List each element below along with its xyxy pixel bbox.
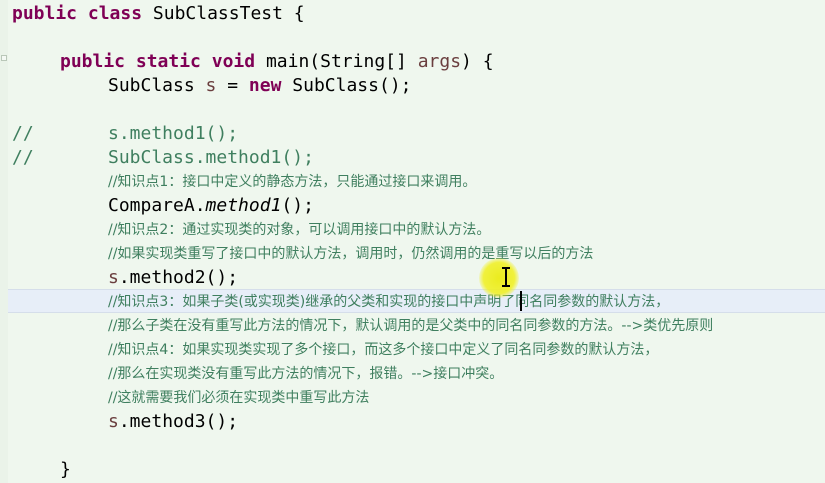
- code-line-comment-point4[interactable]: //知识点4：如果实现类实现了多个接口，而这多个接口中定义了同名同参数的默认方法…: [108, 338, 658, 362]
- method-call: .method2();: [118, 267, 239, 288]
- type-name: SubClass: [108, 75, 195, 96]
- mouse-highlight-icon: [479, 258, 519, 298]
- variable-s: s: [205, 75, 217, 96]
- code-line-comment-override[interactable]: //如果实现类重写了接口中的默认方法，调用时，仍然调用的是重写以后的方法: [108, 242, 593, 266]
- keyword-class: class: [87, 3, 143, 24]
- code-line-instantiation[interactable]: SubClass s = new SubClass();: [108, 74, 412, 98]
- comment-text: //那么在实现类没有重写此方法的情况下，报错。-->接口冲突。: [108, 366, 504, 382]
- keyword-void: void: [211, 51, 256, 72]
- code-line-method2-call[interactable]: s.method2();: [108, 266, 238, 290]
- editor-gutter: [0, 0, 8, 483]
- code-line-class-declaration[interactable]: public class SubClassTest {: [12, 2, 305, 26]
- comment-text: //知识点1：接口中定义的静态方法，只能通过接口来调用。: [108, 174, 477, 190]
- code-line-static-call[interactable]: CompareA.method1();: [108, 194, 314, 218]
- closing-brace: }: [60, 459, 71, 480]
- comment-text: //如果实现类重写了接口中的默认方法，调用时，仍然调用的是重写以后的方法: [108, 246, 594, 262]
- ibeam-cursor-icon: [502, 267, 510, 287]
- code-line-comment-must-override[interactable]: //这就需要我们必须在实现类中重写此方法: [108, 386, 369, 410]
- keyword-public: public: [60, 51, 126, 72]
- text-caret: [520, 291, 522, 311]
- code-line-comment-class-priority[interactable]: //那么子类在没有重写此方法的情况下，默认调用的是父类中的同名同参数的方法。--…: [108, 314, 713, 338]
- fold-toggle-icon[interactable]: [1, 55, 7, 61]
- keyword-static: static: [135, 51, 201, 72]
- method-call: .method3();: [118, 411, 239, 432]
- variable-s: s: [108, 267, 119, 288]
- code-line-comment-conflict[interactable]: //那么在实现类没有重写此方法的情况下，报错。-->接口冲突。: [108, 362, 503, 386]
- constructor-call: SubClass();: [292, 75, 412, 96]
- commented-code: s.method1();: [108, 123, 239, 144]
- assign-operator: =: [227, 75, 239, 96]
- commented-code: SubClass.method1();: [108, 147, 314, 168]
- static-method-name: method1: [205, 195, 282, 216]
- method-signature: main(String[]: [265, 51, 407, 72]
- keyword-public: public: [12, 3, 78, 24]
- code-line-comment-point2[interactable]: //知识点2：通过实现类的对象，可以调用接口中的默认方法。: [108, 218, 490, 242]
- code-line-commented-method1[interactable]: //: [12, 122, 34, 146]
- code-editor[interactable]: public class SubClassTest { public stati…: [0, 0, 825, 483]
- comment-text: //这就需要我们必须在实现类中重写此方法: [108, 390, 370, 406]
- code-line-method3-call[interactable]: s.method3();: [108, 410, 238, 434]
- signature-tail: ) {: [461, 51, 494, 72]
- comment-marker: //: [12, 147, 34, 168]
- keyword-new: new: [248, 75, 282, 96]
- class-name: SubClassTest {: [152, 3, 305, 24]
- code-line-main-method[interactable]: public static void main(String[] args) {: [60, 50, 494, 74]
- call-tail: ();: [281, 195, 314, 216]
- comment-text: //知识点4：如果实现类实现了多个接口，而这多个接口中定义了同名同参数的默认方法…: [108, 342, 659, 358]
- variable-s: s: [108, 411, 119, 432]
- comment-marker: //: [12, 123, 34, 144]
- code-line-closing-brace[interactable]: }: [60, 458, 71, 482]
- code-line-commented-method1-body[interactable]: s.method1();: [108, 122, 238, 146]
- comment-text: //知识点2：通过实现类的对象，可以调用接口中的默认方法。: [108, 222, 491, 238]
- comment-text: //那么子类在没有重写此方法的情况下，默认调用的是父类中的同名同参数的方法。--…: [108, 318, 714, 334]
- code-line-comment-point1[interactable]: //知识点1：接口中定义的静态方法，只能通过接口来调用。: [108, 170, 476, 194]
- param-args: args: [417, 51, 462, 72]
- code-line-commented-static-call-body[interactable]: SubClass.method1();: [108, 146, 314, 170]
- code-line-comment-point3[interactable]: //知识点3：如果子类(或实现类)继承的父类和实现的接口中声明了同名同参数的默认…: [108, 290, 669, 314]
- code-line-commented-static-call[interactable]: //: [12, 146, 34, 170]
- comment-text: //知识点3：如果子类(或实现类)继承的父类和实现的接口中声明了同名同参数的默认…: [108, 294, 670, 310]
- interface-name: CompareA.: [108, 195, 206, 216]
